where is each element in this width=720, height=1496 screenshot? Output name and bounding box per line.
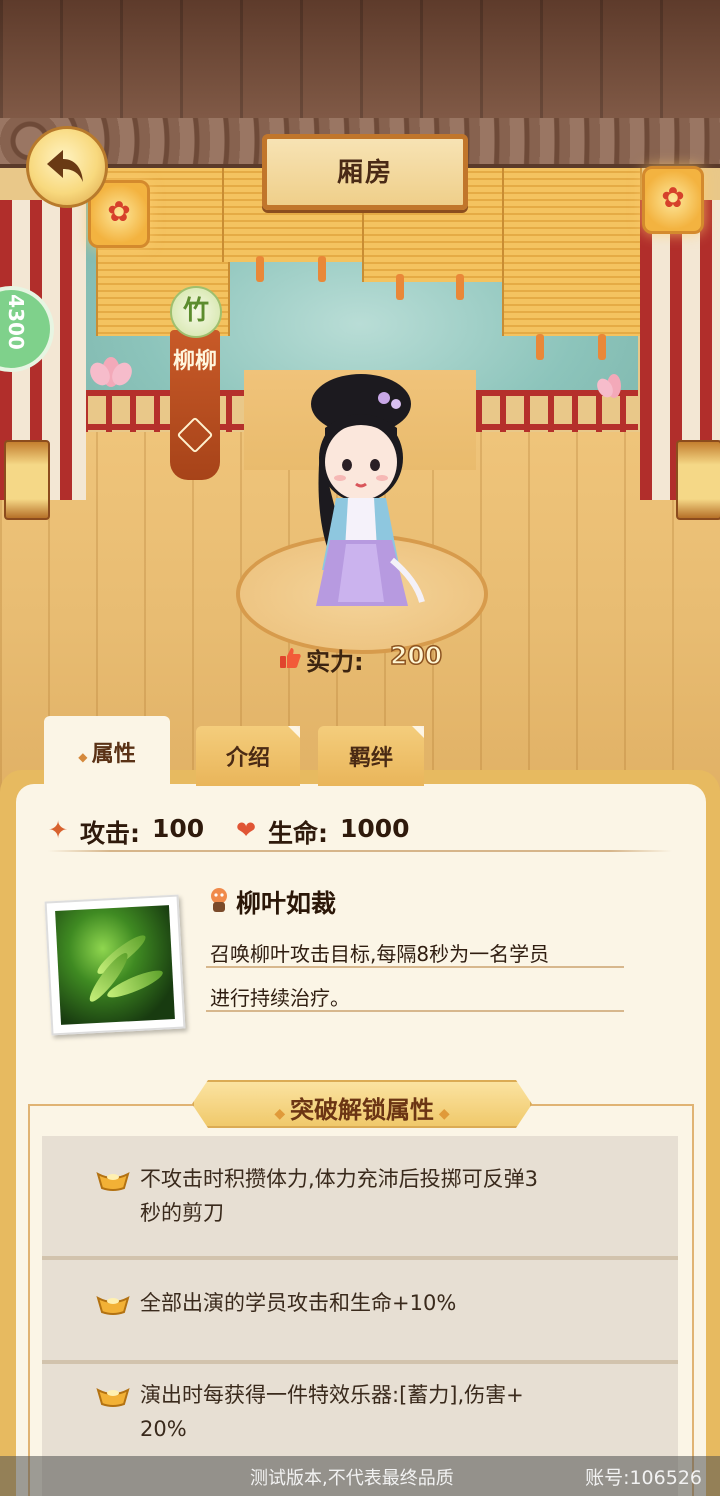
ingot-icon: [96, 1388, 130, 1407]
tassel: [536, 334, 544, 360]
divider: [206, 966, 624, 968]
back-button[interactable]: [26, 126, 108, 208]
skill-description: 召唤柳叶攻击目标,每隔8秒为一名学员 进行持续治疗。: [210, 932, 650, 1020]
tab-bonds-label: 羁绊: [348, 746, 393, 771]
watermark-text: 测试版本,不代表最终品质: [250, 1468, 454, 1489]
breakthrough-text: 20%: [140, 1417, 187, 1441]
power-label: 实力:: [306, 648, 364, 676]
breakthrough-item: 不攻击时积攒体力,体力充沛后投掷可反弹3 秒的剪刀: [42, 1136, 678, 1256]
stats-row: ✦ 攻击: 100 ❤ 生命: 1000: [48, 812, 678, 852]
lotus-flower-icon: [90, 357, 132, 387]
account-id: 账号:106526: [585, 1467, 702, 1489]
skill-type-icon: [211, 888, 227, 912]
character-name: 柳柳: [172, 349, 217, 374]
hp-label: 生命:: [268, 819, 328, 848]
tassel: [456, 274, 464, 300]
lotus-flower-icon: [597, 374, 621, 398]
back-arrow-icon: [47, 150, 83, 182]
tassel: [598, 334, 606, 360]
ingot-icon: [96, 1296, 130, 1315]
breakthrough-item: 全部出演的学员攻击和生命+10%: [42, 1260, 678, 1360]
tassel: [256, 256, 264, 282]
skill-name: 柳叶如裁: [236, 889, 337, 918]
attack-value: 100: [152, 814, 205, 843]
tab-bonds[interactable]: 羁绊: [318, 726, 424, 786]
floor-lamp-icon: [4, 440, 50, 520]
skill-desc-line: 召唤柳叶攻击目标,每隔8秒为一名学员: [210, 942, 550, 966]
tab-introduction[interactable]: 介绍: [196, 726, 300, 786]
rank-badge: 竹: [170, 286, 222, 338]
tab-introduction-label: 介绍: [225, 746, 270, 771]
divider: [48, 850, 672, 852]
bamboo-blind: [502, 166, 642, 336]
power-value: 200: [389, 640, 443, 671]
floor-lamp-icon: [676, 440, 720, 520]
ingot-icon: [96, 1172, 130, 1191]
thumbs-up-icon: [280, 648, 301, 668]
rank-char: 竹: [182, 296, 209, 326]
breakthrough-title: ◆ 突破解锁属性 ◆: [274, 1096, 450, 1124]
attack-label: 攻击:: [80, 819, 140, 848]
skill-image[interactable]: [44, 894, 186, 1036]
tab-attributes[interactable]: ◆ 属性: [44, 716, 170, 788]
tassel: [396, 274, 404, 300]
hanging-lantern-icon: [642, 166, 704, 234]
skill-desc-line: 进行持续治疗。: [210, 986, 350, 1010]
character-name-banner: 柳柳: [170, 330, 220, 480]
divider: [206, 1010, 624, 1012]
heart-icon: ❤: [236, 816, 257, 844]
breakthrough-ribbon: ◆ 突破解锁属性 ◆: [192, 1080, 532, 1128]
breakthrough-text: 秒的剪刀: [140, 1201, 224, 1225]
attack-icon: ✦: [48, 816, 69, 844]
power-row: 实力: 200: [278, 640, 458, 676]
page-title-plaque: 厢房: [262, 134, 468, 210]
breakthrough-text: 全部出演的学员攻击和生命+10%: [140, 1291, 457, 1315]
instrument-icon: [176, 416, 214, 454]
hp-value: 1000: [340, 814, 410, 843]
breakthrough-text: 演出时每获得一件特效乐器:[蓄力],伤害+: [140, 1383, 524, 1407]
breakthrough-text: 不攻击时积攒体力,体力充沛后投掷可反弹3: [140, 1167, 539, 1191]
side-badge-text: 4300: [4, 294, 29, 350]
tassel: [318, 256, 326, 282]
watermark-bar: 测试版本,不代表最终品质 账号:106526: [0, 1456, 720, 1496]
character-avatar[interactable]: [296, 370, 426, 620]
tab-attributes-label: ◆ 属性: [78, 742, 136, 767]
page-title: 厢房: [336, 158, 393, 188]
